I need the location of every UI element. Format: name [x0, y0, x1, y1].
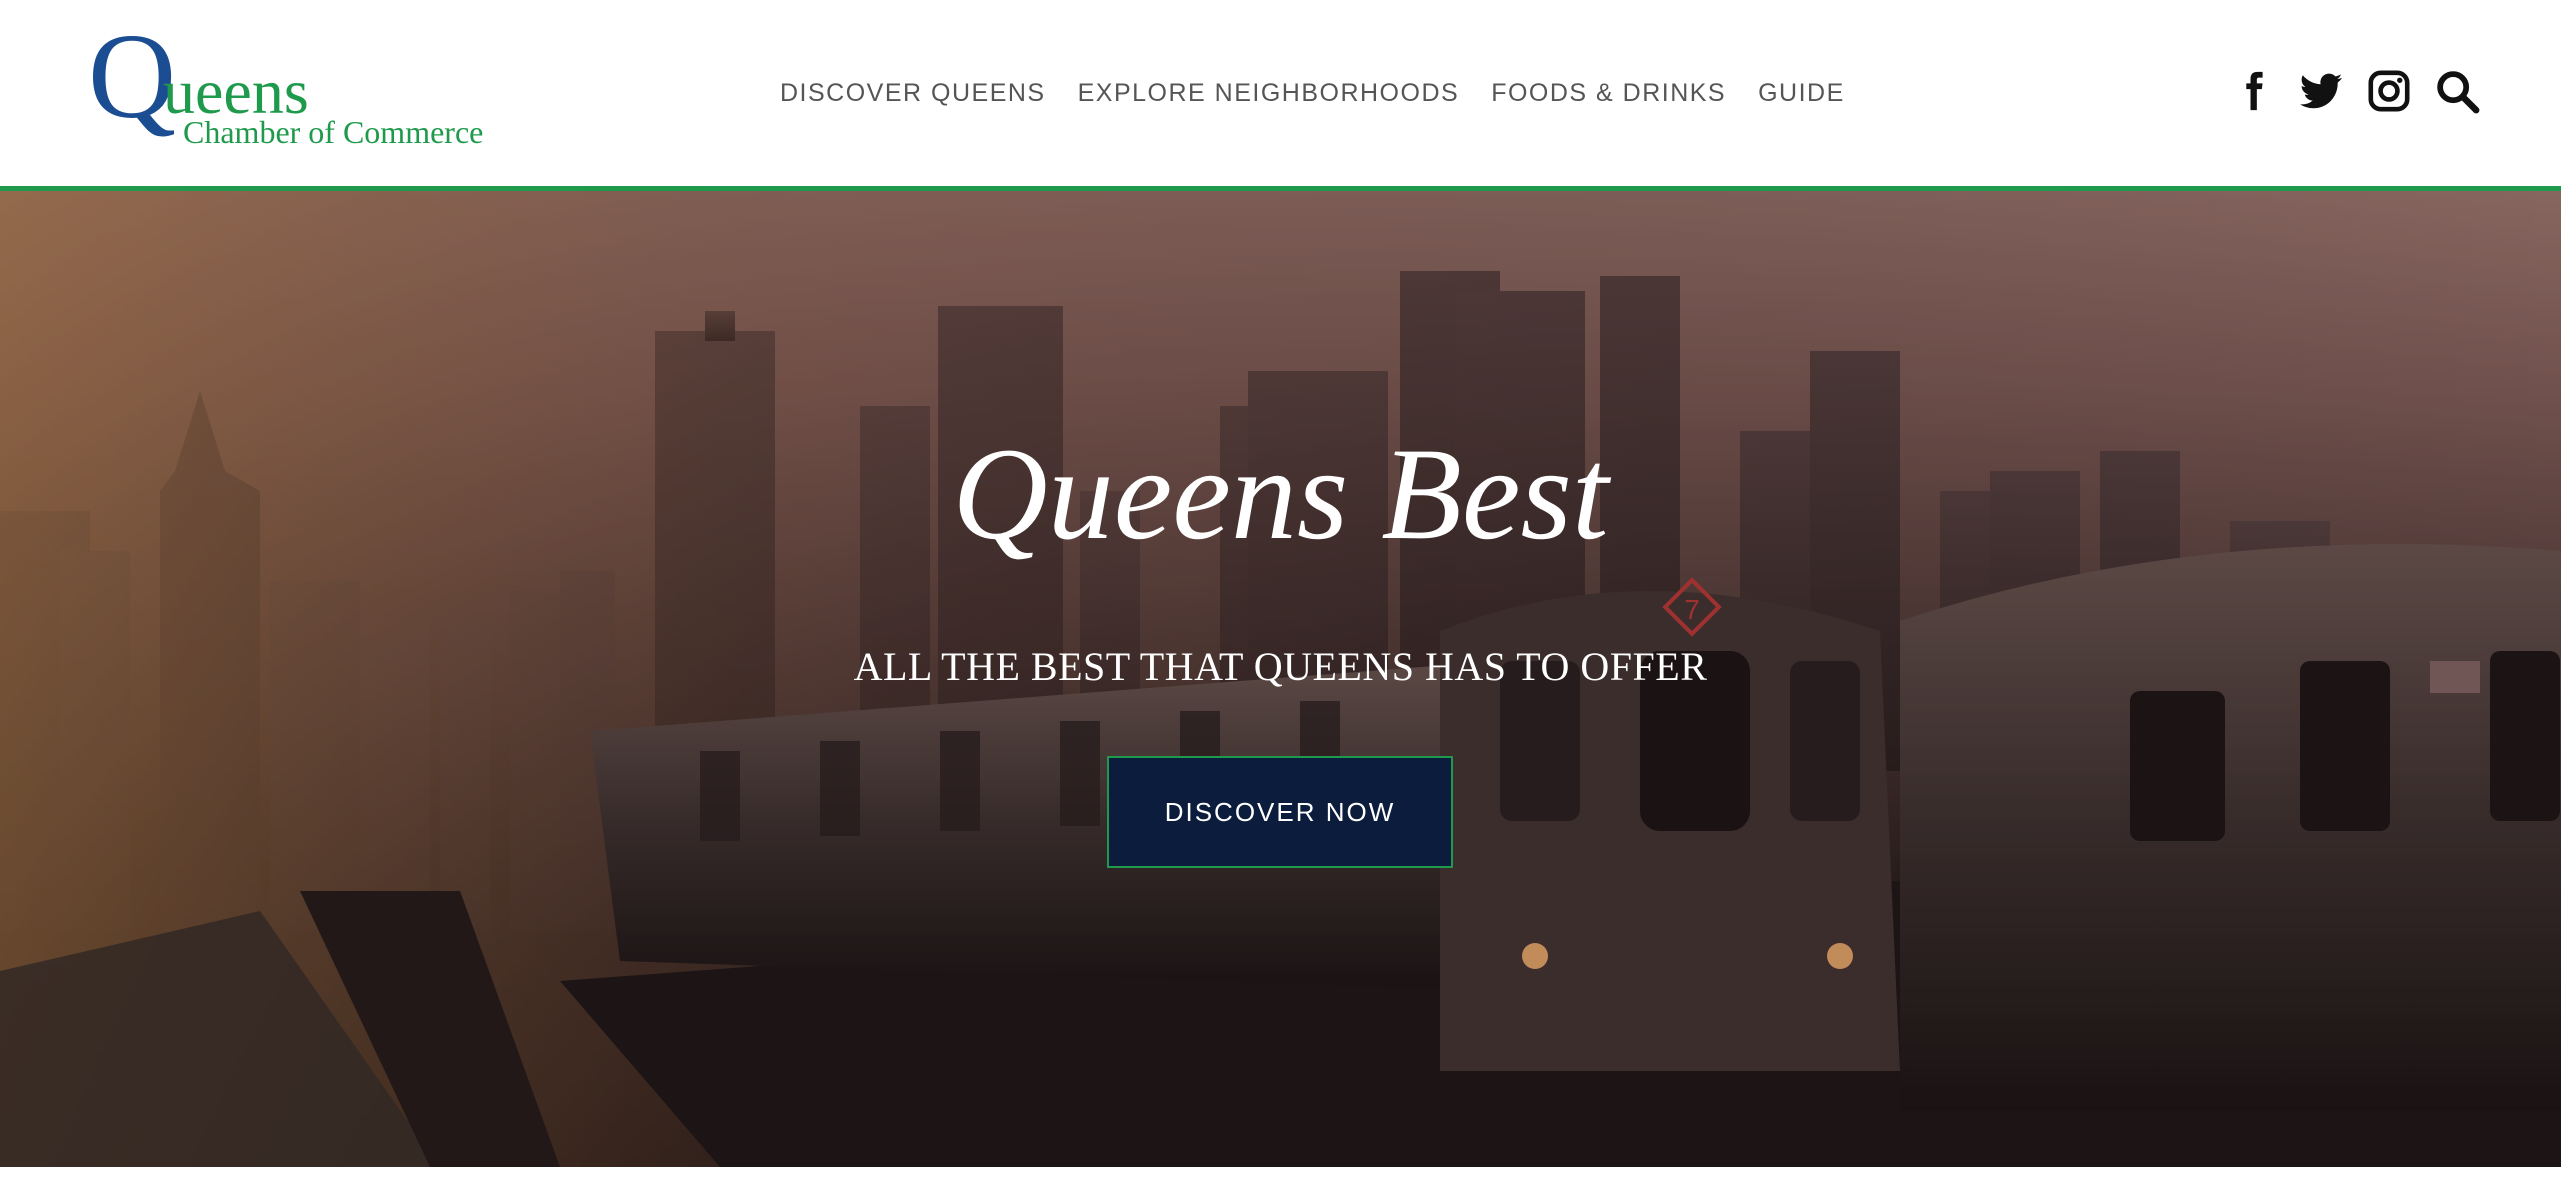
nav-discover-queens[interactable]: DISCOVER QUEENS [780, 76, 1046, 110]
logo-subtitle: Chamber of Commerce [183, 114, 484, 150]
discover-now-button[interactable]: DISCOVER NOW [1107, 756, 1453, 868]
instagram-icon[interactable] [2366, 68, 2412, 114]
site-header: Q ueens Chamber of Commerce DISCOVER QUE… [0, 0, 2561, 186]
chamber-logo[interactable]: Q ueens Chamber of Commerce [88, 16, 528, 155]
social-links [2230, 68, 2480, 114]
nav-explore-neighborhoods[interactable]: EXPLORE NEIGHBORHOODS [1078, 76, 1460, 110]
nav-foods-drinks[interactable]: FOODS & DRINKS [1491, 76, 1726, 110]
hero-subtitle: ALL THE BEST THAT QUEENS HAS TO OFFER [853, 644, 1708, 689]
search-icon[interactable] [2434, 68, 2480, 114]
hero-title: Queens Best [952, 420, 1609, 567]
hero-banner: 7 Queens Best ALL THE BEST THAT QUEENS H… [0, 191, 2561, 1167]
main-nav: DISCOVER QUEENS EXPLORE NEIGHBORHOODS FO… [780, 76, 1845, 110]
facebook-icon[interactable] [2230, 68, 2276, 114]
twitter-icon[interactable] [2298, 68, 2344, 114]
nav-guide[interactable]: GUIDE [1758, 76, 1845, 110]
